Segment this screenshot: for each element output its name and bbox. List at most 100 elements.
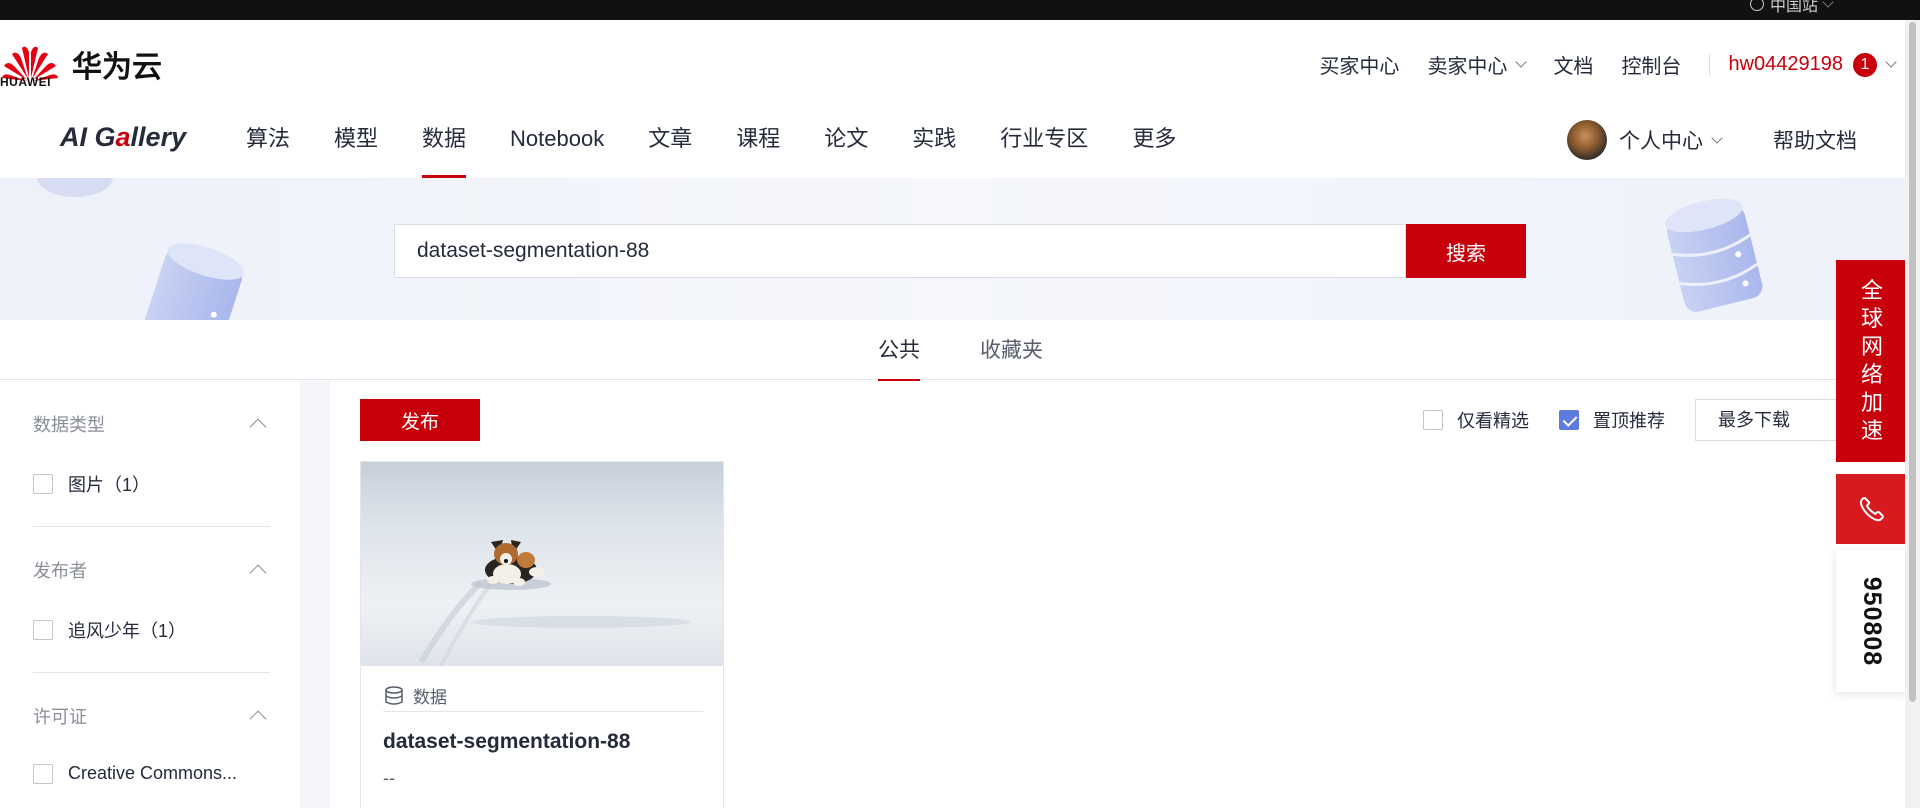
gallery-text-a: AI G xyxy=(60,122,116,152)
nav-item-more[interactable]: 更多 xyxy=(1132,112,1176,178)
chevron-up-icon xyxy=(249,418,267,436)
nav-item-course[interactable]: 课程 xyxy=(736,112,780,178)
gallery-text-accent: a xyxy=(115,122,131,152)
dataset-card[interactable]: 数据 dataset-segmentation-88 -- xyxy=(360,461,724,808)
nav-item-algorithm[interactable]: 算法 xyxy=(246,112,290,178)
nav-item-article[interactable]: 文章 xyxy=(648,112,692,178)
database-icon xyxy=(385,685,403,705)
search-button[interactable]: 搜索 xyxy=(1406,224,1526,278)
facet-header[interactable]: 数据类型 xyxy=(33,411,270,437)
checkbox[interactable] xyxy=(33,620,53,640)
notification-badge: 1 xyxy=(1853,52,1877,77)
filter-sidebar: 数据类型 图片（1） 发布者 追风少年（1） 许可证 Creative Comm… xyxy=(0,381,300,808)
card-type-label: 数据 xyxy=(413,688,447,707)
chevron-down-icon xyxy=(1822,0,1834,8)
nav-item-practice[interactable]: 实践 xyxy=(912,112,956,178)
facet-data-type: 数据类型 图片（1） xyxy=(33,411,270,497)
checkbox[interactable] xyxy=(1423,410,1443,430)
site-header: HUAWEI 华为云 买家中心 卖家中心 文档 控制台 hw04429198 1 xyxy=(0,20,1905,112)
user-menu[interactable]: hw04429198 1 xyxy=(1728,52,1897,77)
database-decoration-icon xyxy=(143,243,245,320)
docs-link[interactable]: 文档 xyxy=(1553,50,1593,79)
phone-icon xyxy=(1859,496,1884,522)
filter-featured[interactable]: 仅看精选 xyxy=(1423,407,1529,433)
dataset-thumbnail xyxy=(361,462,723,666)
chevron-down-icon xyxy=(1711,131,1723,144)
corgi-in-snow-image xyxy=(361,462,723,666)
nav-item-model[interactable]: 模型 xyxy=(334,112,378,178)
checkbox-checked[interactable] xyxy=(1559,410,1579,430)
scrollbar-thumb[interactable] xyxy=(1909,22,1916,702)
seller-center-label: 卖家中心 xyxy=(1427,56,1508,78)
database-decoration-icon xyxy=(1664,198,1763,312)
global-acceleration-button[interactable]: 全 球 网 络 加 速 xyxy=(1836,260,1908,462)
accelerate-char: 加 xyxy=(1860,390,1883,415)
facet-header[interactable]: 许可证 xyxy=(33,703,270,729)
facet-option-label: Creative Commons... xyxy=(68,763,238,783)
phone-contact-button[interactable] xyxy=(1836,474,1908,544)
avatar[interactable] xyxy=(1567,120,1607,160)
facet-publisher: 发布者 追风少年（1） xyxy=(33,557,270,643)
gallery-text-c: llery xyxy=(130,122,187,152)
search-banner: dataset-segmentation-88 搜索 xyxy=(0,178,1905,320)
facet-license: 许可证 Creative Commons... xyxy=(33,703,270,784)
accelerate-char: 络 xyxy=(1860,362,1883,387)
accelerate-char: 网 xyxy=(1860,334,1883,359)
nav-item-paper[interactable]: 论文 xyxy=(824,112,868,178)
header-divider xyxy=(1709,53,1711,76)
chevron-down-icon xyxy=(1515,56,1528,68)
card-type-row: 数据 xyxy=(383,680,703,712)
hotline-text: 950808 xyxy=(1858,576,1887,666)
console-link[interactable]: 控制台 xyxy=(1621,50,1681,79)
seller-center-link[interactable]: 卖家中心 xyxy=(1427,50,1528,79)
brand-name[interactable]: 华为云 xyxy=(72,42,162,86)
search-input[interactable]: dataset-segmentation-88 xyxy=(394,224,1406,278)
card-description: -- xyxy=(383,768,395,788)
logo-wordmark: HUAWEI xyxy=(0,75,51,89)
facet-option[interactable]: 追风少年（1） xyxy=(33,617,270,643)
filter-featured-label: 仅看精选 xyxy=(1457,411,1529,431)
card-title[interactable]: dataset-segmentation-88 xyxy=(383,730,630,754)
facet-title: 许可证 xyxy=(33,707,87,727)
region-switcher[interactable]: 中国站 xyxy=(1749,0,1834,16)
database-decoration-icon xyxy=(37,178,113,197)
buyer-center-link[interactable]: 买家中心 xyxy=(1319,50,1399,79)
globe-icon xyxy=(1749,0,1764,11)
nav-right: 个人中心 帮助文档 xyxy=(1567,120,1857,160)
chevron-up-icon xyxy=(249,564,267,582)
main-nav: AI Gallery 算法 模型 数据 Notebook 文章 课程 论文 实践… xyxy=(0,112,1905,178)
nav-items: 算法 模型 数据 Notebook 文章 课程 论文 实践 行业专区 更多 xyxy=(246,112,1220,178)
facet-title: 发布者 xyxy=(33,561,87,581)
tab-bar: 公共 收藏夹 xyxy=(0,320,1905,382)
facet-option[interactable]: Creative Commons... xyxy=(33,763,270,784)
chevron-down-icon xyxy=(1885,56,1897,68)
hotline-number: 950808 xyxy=(1836,550,1908,692)
result-filters: 仅看精选 置顶推荐 最多下载 xyxy=(1423,399,1905,441)
filter-pinned[interactable]: 置顶推荐 xyxy=(1559,407,1665,433)
page-scrollbar[interactable] xyxy=(1905,20,1920,808)
facet-option-label: 图片（1） xyxy=(68,475,151,495)
accelerate-char: 球 xyxy=(1860,306,1883,331)
personal-center-menu[interactable]: 个人中心 xyxy=(1619,125,1723,155)
publish-button[interactable]: 发布 xyxy=(360,399,480,441)
tab-favorites[interactable]: 收藏夹 xyxy=(980,334,1043,382)
accelerate-char: 全 xyxy=(1860,278,1883,303)
facet-header[interactable]: 发布者 xyxy=(33,557,270,583)
ai-gallery-logo[interactable]: AI Gallery xyxy=(60,122,186,153)
facet-option[interactable]: 图片（1） xyxy=(33,471,270,497)
nav-item-notebook[interactable]: Notebook xyxy=(510,112,604,178)
help-docs-link[interactable]: 帮助文档 xyxy=(1773,125,1857,155)
nav-item-data[interactable]: 数据 xyxy=(422,112,467,178)
personal-center-label: 个人中心 xyxy=(1619,130,1703,153)
tab-public[interactable]: 公共 xyxy=(878,334,920,382)
region-label: 中国站 xyxy=(1769,0,1818,15)
facet-divider xyxy=(33,526,270,527)
filter-pinned-label: 置顶推荐 xyxy=(1593,411,1665,431)
checkbox[interactable] xyxy=(33,763,53,784)
username: hw04429198 xyxy=(1728,53,1843,75)
nav-item-industry[interactable]: 行业专区 xyxy=(1000,112,1088,178)
facet-divider xyxy=(33,672,270,673)
checkbox[interactable] xyxy=(33,474,53,494)
accelerate-char: 速 xyxy=(1860,418,1883,443)
facet-option-label: 追风少年（1） xyxy=(68,621,187,641)
